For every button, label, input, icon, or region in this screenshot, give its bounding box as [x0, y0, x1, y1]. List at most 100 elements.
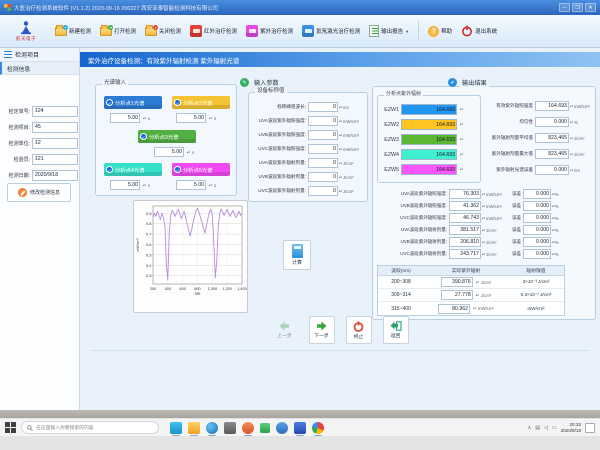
- spinner-icon[interactable]: ▴▾: [143, 184, 146, 187]
- order-number-input[interactable]: 124: [32, 106, 78, 117]
- dose-average-value[interactable]: 823.465: [535, 133, 569, 143]
- toolbar-infrared-test-button[interactable]: 红外治疗检测: [190, 25, 237, 37]
- dropdown-arrow-icon[interactable]: ▼: [405, 29, 409, 34]
- spinner-icon[interactable]: ▴▾: [460, 138, 463, 141]
- analysis-point-2-button[interactable]: ✓ 分析点2光谱: [172, 96, 230, 109]
- taskbar-app-icon[interactable]: [170, 422, 182, 434]
- effective-irradiance-value[interactable]: 164.693: [535, 101, 569, 111]
- uvc-dose-input[interactable]: 0: [308, 186, 338, 196]
- uvb-dose-input[interactable]: 0: [308, 172, 338, 182]
- checkbox-icon[interactable]: ✓: [106, 99, 113, 106]
- active-test-tab[interactable]: 紫外治疗设备检测：有效紫外辐射检测 紫外辐射光谱: [80, 52, 600, 67]
- uva-irradiance-result[interactable]: 76.303: [449, 189, 481, 199]
- ezw4-value[interactable]: 164.693: [401, 149, 457, 160]
- ezw2-value[interactable]: 164.693: [401, 119, 457, 130]
- ezw1-value[interactable]: 164.693: [401, 104, 457, 115]
- spinner-icon[interactable]: ▴▾: [473, 307, 476, 310]
- toolbar-exit-button[interactable]: 退出系统: [461, 25, 497, 37]
- test-date-input[interactable]: 2020/9/18: [32, 170, 78, 181]
- taskbar-app-icon[interactable]: [188, 422, 200, 434]
- edit-test-info-button[interactable]: 修改检测信息: [7, 183, 71, 202]
- dose-max-value[interactable]: 823.465: [535, 149, 569, 159]
- band3-actual-value[interactable]: 80.962: [438, 304, 470, 314]
- analysis-point-4-button[interactable]: ✓ 分析点4光谱: [104, 163, 162, 176]
- spinner-icon[interactable]: ▴▾: [187, 151, 190, 154]
- inspector-input[interactable]: 121: [32, 154, 78, 165]
- point-1-time-input[interactable]: 5.00: [110, 113, 140, 123]
- spinner-icon[interactable]: ▴▾: [460, 153, 463, 156]
- point-3-time-input[interactable]: 5.00: [154, 147, 184, 157]
- toolbar-new-test-button[interactable]: + 新建检测: [55, 27, 91, 36]
- spinner-icon[interactable]: ▴▾: [143, 117, 146, 120]
- checkbox-icon[interactable]: ✓: [174, 99, 181, 106]
- uvb-dose-result[interactable]: 206.810: [449, 237, 481, 247]
- return-button[interactable]: 返回: [383, 316, 409, 344]
- spinner-icon[interactable]: ▴▾: [460, 123, 463, 126]
- checkbox-icon[interactable]: ✓: [140, 133, 147, 140]
- toolbar-report-button[interactable]: 输出报告 ▼: [369, 25, 409, 37]
- uva-dose-result[interactable]: 381.517: [449, 225, 481, 235]
- uvb-irradiance-input[interactable]: 0: [308, 130, 338, 140]
- analysis-point-3-button[interactable]: ✓ 分析点3光谱: [138, 130, 196, 143]
- analysis-point-1-button[interactable]: ✓ 分析点1光谱: [104, 96, 162, 109]
- taskbar-app-icon[interactable]: [312, 422, 324, 434]
- abort-button[interactable]: 终止: [346, 316, 372, 344]
- close-button[interactable]: ✕: [585, 3, 596, 12]
- uvc-irradiance-error[interactable]: 0.000: [523, 213, 551, 223]
- spinner-icon[interactable]: ▴▾: [209, 184, 212, 187]
- test-item-input[interactable]: 45: [32, 122, 78, 133]
- taskbar-app-icon[interactable]: [260, 423, 270, 433]
- menu-icon[interactable]: [4, 51, 12, 58]
- notification-center-icon[interactable]: [585, 423, 595, 433]
- sidebar-header[interactable]: 检测项目: [0, 48, 79, 62]
- tray-battery-icon[interactable]: ▭: [552, 425, 557, 431]
- uvc-dose-result[interactable]: 243.717: [449, 249, 481, 259]
- uvc-dose-error[interactable]: 0.000: [523, 249, 551, 259]
- uniformity-value[interactable]: 0.000: [535, 117, 569, 127]
- test-unit-input[interactable]: 12: [32, 138, 78, 149]
- taskbar-search-input[interactable]: 在这里输入你要搜索的内容: [21, 421, 159, 434]
- uvc-irradiance-input[interactable]: 0: [308, 144, 338, 154]
- spinner-icon[interactable]: ▴▾: [476, 281, 479, 284]
- nominal-wavelength-input[interactable]: 0: [308, 102, 338, 112]
- sidebar-tab-test-info[interactable]: 检测信息: [0, 62, 79, 75]
- band2-actual-value[interactable]: 27.778: [441, 290, 473, 300]
- start-button[interactable]: [5, 422, 16, 433]
- point-2-time-input[interactable]: 5.00: [176, 113, 206, 123]
- calculate-button[interactable]: 计算: [283, 240, 311, 270]
- tray-expand-icon[interactable]: ∧: [528, 425, 532, 431]
- toolbar-laser-test-button[interactable]: 氦氖激光治疗检测: [302, 25, 360, 37]
- taskbar-app-icon[interactable]: [242, 422, 254, 434]
- uvb-irradiance-result[interactable]: 41.362: [449, 201, 481, 211]
- point-5-time-input[interactable]: 5.00: [176, 180, 206, 190]
- uvb-dose-error[interactable]: 0.000: [523, 237, 551, 247]
- band1-actual-value[interactable]: 390.876: [441, 277, 473, 287]
- analysis-point-5-button[interactable]: ✓ 分析点5光谱: [172, 163, 230, 176]
- spinner-icon[interactable]: ▴▾: [460, 108, 463, 111]
- tray-network-icon[interactable]: ▤: [535, 425, 540, 431]
- uva-dose-input[interactable]: 0: [308, 158, 338, 168]
- minimize-button[interactable]: ─: [559, 3, 570, 12]
- spinner-icon[interactable]: ▴▾: [209, 117, 212, 120]
- uva-irradiance-input[interactable]: 0: [308, 116, 338, 126]
- uvc-irradiance-result[interactable]: 46.743: [449, 213, 481, 223]
- checkbox-icon[interactable]: ✓: [174, 166, 181, 173]
- maximize-button[interactable]: ❐: [572, 3, 583, 12]
- toolbar-ultraviolet-test-button[interactable]: 紫外治疗检测: [246, 25, 293, 37]
- next-step-button[interactable]: 下一步: [309, 316, 335, 344]
- ezw5-value[interactable]: 164.693: [401, 164, 457, 175]
- uva-dose-error[interactable]: 0.000: [523, 225, 551, 235]
- uvb-irradiance-error[interactable]: 0.000: [523, 201, 551, 211]
- taskbar-clock[interactable]: 20:32 2020/9/18: [561, 422, 581, 433]
- spectrum-error-value[interactable]: 0.000: [535, 165, 569, 175]
- spinner-icon[interactable]: ▴▾: [476, 294, 479, 297]
- tray-volume-icon[interactable]: ◁: [544, 425, 548, 431]
- taskbar-app-icon[interactable]: [224, 422, 236, 434]
- uva-irradiance-error[interactable]: 0.000: [523, 189, 551, 199]
- toolbar-help-button[interactable]: ? 帮助: [428, 26, 452, 37]
- taskbar-app-icon[interactable]: [294, 422, 306, 434]
- taskbar-app-icon[interactable]: [206, 422, 218, 434]
- taskbar-app-icon[interactable]: [276, 422, 288, 434]
- previous-step-button[interactable]: 上一步: [272, 316, 298, 344]
- checkbox-icon[interactable]: ✓: [106, 166, 113, 173]
